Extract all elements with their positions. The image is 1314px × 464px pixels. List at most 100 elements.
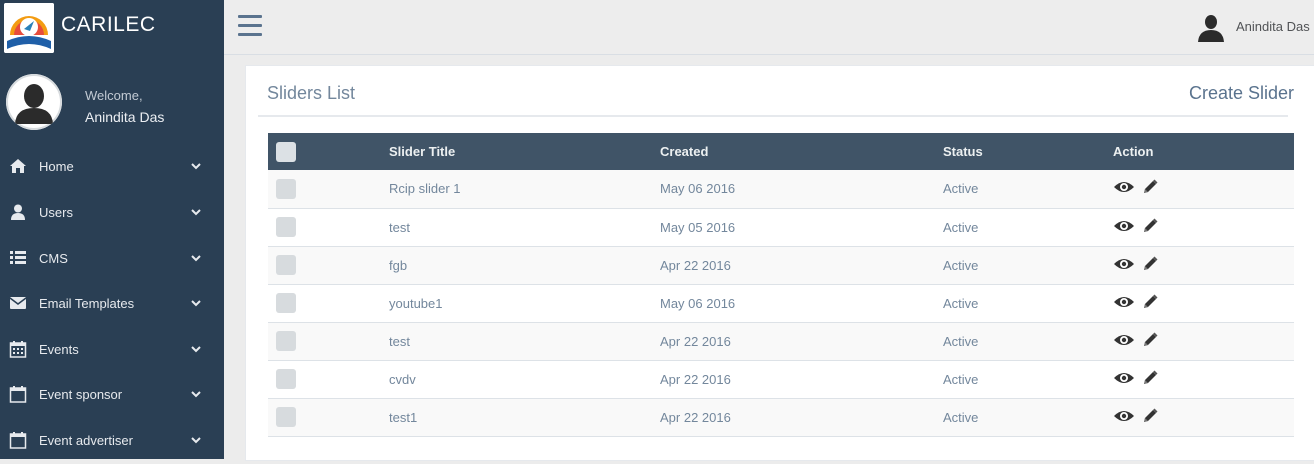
action-cell — [1113, 322, 1294, 360]
row-checkbox[interactable] — [276, 407, 296, 427]
status-cell: Active — [943, 181, 979, 197]
column-header-created[interactable]: Created — [660, 133, 943, 170]
row-checkbox[interactable] — [276, 369, 296, 389]
status-cell: Active — [943, 333, 979, 349]
created-cell: May 06 2016 — [660, 181, 736, 197]
sliders-panel: Sliders List Create Slider Slider Title … — [245, 65, 1314, 461]
sidebar-item-label: Email Templates — [39, 296, 135, 311]
action-cell — [1113, 246, 1294, 284]
carilec-logo-icon — [4, 3, 54, 53]
view-eye-icon[interactable] — [1113, 179, 1135, 198]
user-avatar-icon — [1196, 12, 1226, 42]
slider-title-cell: youtube1 — [389, 295, 443, 311]
slider-title-cell: test — [389, 333, 410, 349]
action-cell — [1113, 208, 1294, 246]
sidebar: CARILEC Welcome, Anindita Das Home Users — [0, 0, 224, 459]
row-checkbox-cell — [268, 322, 389, 360]
home-icon — [9, 157, 27, 175]
table-row: cvdv Apr 22 2016 Active — [268, 360, 1294, 398]
select-all-checkbox[interactable] — [276, 141, 296, 162]
table-row: test May 05 2016 Active — [268, 208, 1294, 246]
user-profile-menu[interactable]: Anindita Das — [1196, 10, 1312, 44]
status-cell: Active — [943, 295, 979, 311]
created-cell: May 06 2016 — [660, 295, 736, 311]
table-row: fgb Apr 22 2016 Active — [268, 246, 1294, 284]
sidebar-item-event-sponsor[interactable]: Event sponsor — [0, 373, 224, 418]
slider-title-cell: test1 — [389, 409, 418, 425]
action-cell — [1113, 284, 1294, 322]
chevron-down-icon — [190, 205, 202, 217]
created-cell: Apr 22 2016 — [660, 409, 731, 425]
calendar-icon — [9, 431, 27, 449]
row-checkbox[interactable] — [276, 331, 296, 351]
row-checkbox-cell — [268, 246, 389, 284]
sidebar-item-users[interactable]: Users — [0, 191, 224, 236]
view-eye-icon[interactable] — [1113, 218, 1135, 237]
sidebar-item-email-templates[interactable]: Email Templates — [0, 282, 224, 327]
chevron-down-icon — [190, 251, 202, 263]
action-cell — [1113, 360, 1294, 398]
chevron-down-icon — [190, 296, 202, 308]
calendar-icon — [9, 340, 27, 358]
envelope-icon — [9, 294, 27, 312]
sidebar-item-label: Users — [39, 205, 73, 220]
profile-name: Anindita Das — [85, 109, 165, 125]
slider-title-cell: fgb — [389, 257, 408, 273]
sidebar-item-event-advertiser[interactable]: Event advertiser — [0, 419, 224, 464]
row-checkbox[interactable] — [276, 178, 296, 199]
sidebar-item-cms[interactable]: CMS — [0, 237, 224, 282]
row-checkbox-cell — [268, 170, 389, 208]
select-all-cell — [268, 133, 389, 170]
table-row: youtube1 May 06 2016 Active — [268, 284, 1294, 322]
edit-pencil-icon[interactable] — [1141, 407, 1159, 428]
view-eye-icon[interactable] — [1113, 370, 1135, 389]
sidebar-item-label: Event sponsor — [39, 387, 123, 402]
brand-title: CARILEC — [61, 13, 156, 36]
brand[interactable]: CARILEC — [0, 0, 224, 54]
avatar — [6, 74, 62, 130]
view-eye-icon[interactable] — [1113, 332, 1135, 351]
edit-pencil-icon[interactable] — [1141, 293, 1159, 314]
created-cell: May 05 2016 — [660, 219, 736, 235]
column-header-status[interactable]: Status — [943, 133, 1113, 170]
column-header-title[interactable]: Slider Title — [389, 133, 660, 170]
page-title: Sliders List — [267, 83, 356, 103]
sidebar-item-events[interactable]: Events — [0, 328, 224, 373]
status-cell: Active — [943, 409, 979, 425]
row-checkbox[interactable] — [276, 293, 296, 313]
edit-pencil-icon[interactable] — [1141, 178, 1159, 199]
slider-title-cell: Rcip slider 1 — [389, 181, 461, 197]
created-cell: Apr 22 2016 — [660, 257, 731, 273]
user-icon — [9, 203, 27, 221]
chevron-down-icon — [190, 159, 202, 171]
create-slider-link[interactable]: Create Slider — [1189, 83, 1294, 104]
user-name: Anindita Das — [1236, 19, 1310, 34]
table-header-row: Slider Title Created Status Action — [268, 133, 1294, 170]
edit-pencil-icon[interactable] — [1141, 217, 1159, 238]
top-nav: Anindita Das — [224, 0, 1314, 55]
sidebar-item-home[interactable]: Home — [0, 145, 224, 190]
chevron-down-icon — [190, 387, 202, 399]
edit-pencil-icon[interactable] — [1141, 331, 1159, 352]
sidebar-item-label: Event advertiser — [39, 433, 133, 448]
edit-pencil-icon[interactable] — [1141, 255, 1159, 276]
chevron-down-icon — [190, 433, 202, 445]
view-eye-icon[interactable] — [1113, 408, 1135, 427]
status-cell: Active — [943, 219, 979, 235]
row-checkbox-cell — [268, 398, 389, 436]
view-eye-icon[interactable] — [1113, 294, 1135, 313]
slider-title-cell: cvdv — [389, 371, 416, 387]
action-cell — [1113, 398, 1294, 436]
status-cell: Active — [943, 257, 979, 273]
divider — [258, 115, 1288, 117]
row-checkbox-cell — [268, 284, 389, 322]
edit-pencil-icon[interactable] — [1141, 369, 1159, 390]
column-header-action: Action — [1113, 144, 1154, 159]
sidebar-profile: Welcome, Anindita Das — [0, 70, 224, 134]
slider-title-cell: test — [389, 219, 410, 235]
row-checkbox[interactable] — [276, 255, 296, 275]
menu-toggle-icon[interactable] — [238, 15, 262, 37]
view-eye-icon[interactable] — [1113, 256, 1135, 275]
row-checkbox[interactable] — [276, 217, 296, 237]
status-cell: Active — [943, 371, 979, 387]
